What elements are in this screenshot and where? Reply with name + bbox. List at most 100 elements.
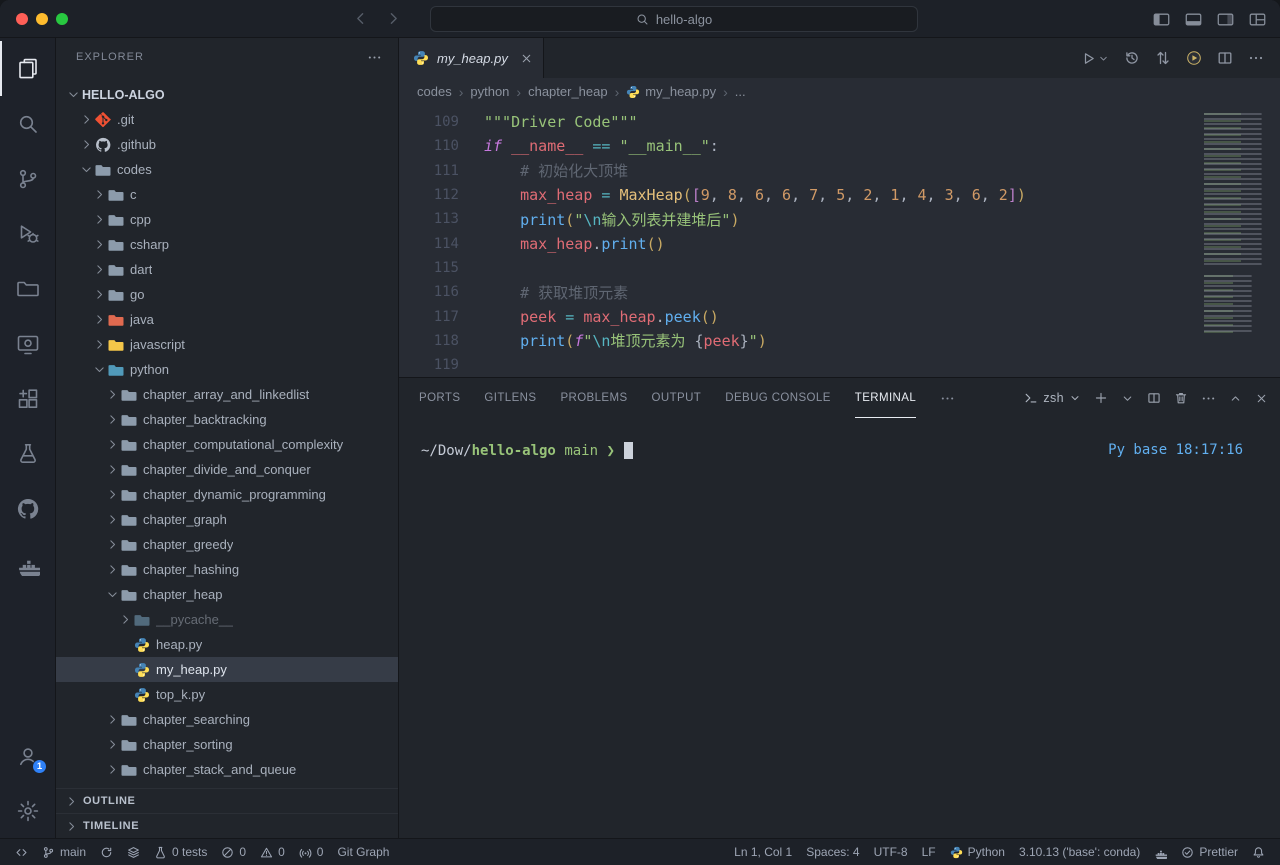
breadcrumb-item[interactable]: my_heap.py: [626, 84, 716, 99]
maximize-panel-icon[interactable]: [1229, 392, 1242, 405]
new-terminal-icon[interactable]: [1094, 391, 1108, 405]
breadcrumb-item[interactable]: chapter_heap: [528, 84, 608, 99]
breadcrumb-item[interactable]: codes: [417, 84, 452, 99]
terminal-profile[interactable]: zsh: [1024, 391, 1081, 405]
status-utf-8[interactable]: UTF-8: [867, 839, 915, 865]
tree-item-chapter_computational_complexity[interactable]: chapter_computational_complexity: [56, 432, 398, 457]
status-bell[interactable]: [1245, 839, 1272, 865]
activity-live-preview[interactable]: [0, 316, 56, 371]
tree-item-java[interactable]: java: [56, 307, 398, 332]
tree-item-__pycache__[interactable]: __pycache__: [56, 607, 398, 632]
panel-tab-debug-console[interactable]: DEBUG CONSOLE: [725, 378, 831, 418]
status-ln-1-col-1[interactable]: Ln 1, Col 1: [727, 839, 799, 865]
code-line[interactable]: 119: [399, 353, 1280, 377]
terminal-view[interactable]: ~/Dow/hello-algo main ❯ Py base 18:17:16: [399, 418, 1280, 838]
tree-item-javascript[interactable]: javascript: [56, 332, 398, 357]
activity-explorer[interactable]: [0, 41, 56, 96]
status-git-graph[interactable]: Git Graph: [330, 839, 396, 865]
code-line[interactable]: 111 # 初始化大顶堆: [399, 159, 1280, 183]
kill-terminal-icon[interactable]: [1174, 391, 1188, 405]
activity-source-control[interactable]: [0, 151, 56, 206]
go-back-button[interactable]: [352, 10, 369, 27]
status-whale[interactable]: [1147, 839, 1174, 865]
panel-tab-problems[interactable]: PROBLEMS: [560, 378, 627, 418]
status-python[interactable]: Python: [943, 839, 1012, 865]
close-panel-icon[interactable]: [1255, 392, 1268, 405]
tree-item-chapter_searching[interactable]: chapter_searching: [56, 707, 398, 732]
activity-extensions[interactable]: [0, 371, 56, 426]
tree-item-dart[interactable]: dart: [56, 257, 398, 282]
tree-item-csharp[interactable]: csharp: [56, 232, 398, 257]
activity-testing[interactable]: [0, 426, 56, 481]
breadcrumb-item[interactable]: ...: [735, 84, 746, 99]
terminal-more-actions-icon[interactable]: [1201, 391, 1216, 406]
tree-item-.git[interactable]: .git: [56, 107, 398, 132]
code-line[interactable]: 109"""Driver Code""": [399, 110, 1280, 134]
minimap[interactable]: [1198, 105, 1278, 350]
go-forward-button[interactable]: [385, 10, 402, 27]
tree-item-chapter_array_and_linkedlist[interactable]: chapter_array_and_linkedlist: [56, 382, 398, 407]
code-editor[interactable]: 109"""Driver Code"""110if __name__ == "_…: [399, 105, 1280, 377]
status-0-tests[interactable]: 0 tests: [147, 839, 214, 865]
code-line[interactable]: 115: [399, 256, 1280, 280]
status-0[interactable]: 0: [214, 839, 253, 865]
status-prettier[interactable]: Prettier: [1174, 839, 1245, 865]
status-sync[interactable]: [93, 839, 120, 865]
code-line[interactable]: 112 max_heap = MaxHeap([9, 8, 6, 6, 7, 5…: [399, 183, 1280, 207]
tree-item-python[interactable]: python: [56, 357, 398, 382]
timeline-section[interactable]: TIMELINE: [56, 813, 398, 838]
panel-tab-terminal[interactable]: TERMINAL: [855, 378, 916, 418]
kebab-icon[interactable]: [1248, 50, 1264, 66]
tree-item-heap.py[interactable]: heap.py: [56, 632, 398, 657]
activity-search[interactable]: [0, 96, 56, 151]
code-line[interactable]: 114 max_heap.print(): [399, 231, 1280, 255]
code-line[interactable]: 113 print("\n输入列表并建堆后"): [399, 207, 1280, 231]
close-tab-icon[interactable]: [520, 52, 533, 65]
tree-item-top_k.py[interactable]: top_k.py: [56, 682, 398, 707]
code-line[interactable]: 118 print(f"\n堆顶元素为 {peek}"): [399, 329, 1280, 353]
activity-docker[interactable]: >: [0, 536, 56, 591]
status-main[interactable]: main: [35, 839, 93, 865]
tree-item-chapter_stack_and_queue[interactable]: chapter_stack_and_queue: [56, 757, 398, 782]
split-ed-icon[interactable]: [1217, 50, 1233, 66]
tree-item-chapter_sorting[interactable]: chapter_sorting: [56, 732, 398, 757]
breadcrumb-item[interactable]: python: [470, 84, 509, 99]
tree-item-.github[interactable]: .github: [56, 132, 398, 157]
activity-folder-explorer[interactable]: [0, 261, 56, 316]
tree-item-HELLO-ALGO[interactable]: HELLO-ALGO: [56, 82, 398, 107]
code-line[interactable]: 116 # 获取堆顶元素: [399, 280, 1280, 304]
status-lf[interactable]: LF: [915, 839, 943, 865]
activity-run-and-debug[interactable]: [0, 206, 56, 261]
status-0[interactable]: 0: [253, 839, 292, 865]
tree-item-codes[interactable]: codes: [56, 157, 398, 182]
tree-item-chapter_greedy[interactable]: chapter_greedy: [56, 532, 398, 557]
customize-layout-icon[interactable]: [1249, 11, 1266, 28]
zoom-window-button[interactable]: [56, 13, 68, 25]
run-python-file-button[interactable]: [1081, 51, 1109, 66]
activity-github[interactable]: [0, 481, 56, 536]
code-line[interactable]: 110if __name__ == "__main__":: [399, 134, 1280, 158]
panel-tab-gitlens[interactable]: GITLENS: [484, 378, 536, 418]
close-window-button[interactable]: [16, 13, 28, 25]
tab-my_heap.py[interactable]: my_heap.py: [399, 38, 544, 78]
history-icon[interactable]: [1124, 50, 1140, 66]
command-center-search[interactable]: hello-algo: [430, 6, 918, 32]
tree-item-chapter_dynamic_programming[interactable]: chapter_dynamic_programming: [56, 482, 398, 507]
compare-icon[interactable]: [1155, 50, 1171, 66]
tree-item-chapter_backtracking[interactable]: chapter_backtracking: [56, 407, 398, 432]
panel-tab-output[interactable]: OUTPUT: [652, 378, 702, 418]
views-more-actions-icon[interactable]: [367, 50, 382, 65]
activity-accounts[interactable]: 1: [0, 728, 56, 783]
toggle-panel-icon[interactable]: [1185, 11, 1202, 28]
tree-item-chapter_hashing[interactable]: chapter_hashing: [56, 557, 398, 582]
toggle-secondary-sidebar-icon[interactable]: [1217, 11, 1234, 28]
outline-section[interactable]: OUTLINE: [56, 788, 398, 813]
tree-item-chapter_divide_and_conquer[interactable]: chapter_divide_and_conquer: [56, 457, 398, 482]
status-layers[interactable]: [120, 839, 147, 865]
toggle-primary-sidebar-icon[interactable]: [1153, 11, 1170, 28]
status-0[interactable]: 0: [292, 839, 331, 865]
tree-item-chapter_graph[interactable]: chapter_graph: [56, 507, 398, 532]
tree-item-chapter_heap[interactable]: chapter_heap: [56, 582, 398, 607]
tree-item-go[interactable]: go: [56, 282, 398, 307]
split-terminal-icon[interactable]: [1147, 391, 1161, 405]
